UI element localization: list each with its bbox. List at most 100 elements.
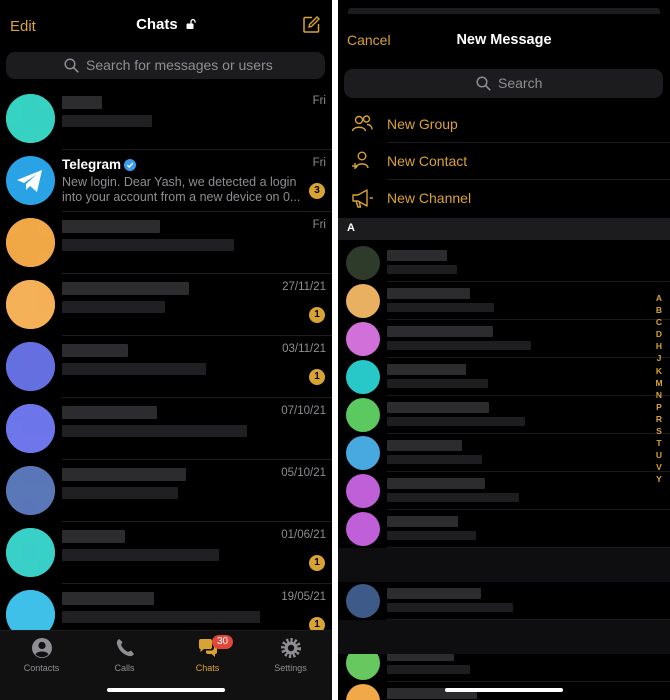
section-band (338, 620, 670, 654)
chat-row[interactable]: Fri (0, 212, 332, 274)
avatar-pixel (38, 94, 55, 111)
index-letter[interactable]: R (653, 413, 665, 425)
chat-row[interactable]: 27/11/21 1 (0, 274, 332, 336)
chat-row[interactable]: Fri (0, 88, 332, 150)
contact-row[interactable] (338, 582, 670, 620)
chat-date: Fri (312, 95, 326, 107)
add-contact-icon (352, 151, 369, 169)
avatar-pixel (22, 374, 39, 391)
new-group-button[interactable]: New Group (338, 106, 670, 143)
avatar-pixel (38, 560, 55, 577)
chats-header: Edit Chats (0, 0, 332, 48)
chat-row[interactable]: 05/10/21 (0, 460, 332, 522)
chat-date: Fri (312, 157, 326, 169)
index-letter[interactable]: V (653, 461, 665, 473)
contact-row[interactable] (338, 510, 670, 548)
avatar-pixel (6, 342, 23, 359)
contact-row[interactable] (338, 282, 670, 320)
new-contact-button[interactable]: New Contact (338, 143, 670, 180)
avatar-pixel (6, 280, 23, 297)
sheet-grabber (348, 8, 660, 14)
avatar-pixel (6, 436, 23, 453)
compose-icon[interactable] (303, 16, 320, 33)
avatar-pixel (6, 110, 23, 127)
action-label: New Contact (387, 153, 468, 169)
search-input[interactable]: Search for messages or users (6, 52, 325, 79)
unread-badge: 1 (309, 307, 325, 323)
tab-calls[interactable]: Calls (83, 637, 166, 673)
redacted-name (387, 326, 493, 337)
contact-row[interactable] (338, 396, 670, 434)
index-letter[interactable]: Y (653, 473, 665, 485)
home-indicator (445, 688, 563, 692)
tab-label: Calls (114, 663, 135, 673)
search-input[interactable]: Search (344, 69, 663, 98)
action-label: New Group (387, 116, 458, 132)
index-letter[interactable]: S (653, 425, 665, 437)
avatar-pixel (6, 296, 23, 313)
contact-row[interactable] (338, 358, 670, 396)
contact-row[interactable] (338, 434, 670, 472)
avatar-pixel (38, 420, 55, 437)
tab-settings[interactable]: Settings (249, 637, 332, 673)
avatar-pixel (38, 606, 55, 623)
avatar-pixel (22, 528, 39, 545)
chat-date: 27/11/21 (282, 281, 326, 293)
index-letter[interactable]: B (653, 304, 665, 316)
avatar-pixel (38, 234, 55, 251)
contact-row[interactable] (338, 320, 670, 358)
avatar-pixel (6, 218, 23, 235)
index-letter[interactable]: N (653, 389, 665, 401)
alphabet-index[interactable]: ABCDHJKMNPRSTUVY (653, 292, 665, 486)
group-icon (351, 115, 373, 132)
redacted-name (62, 344, 128, 357)
chat-row[interactable]: 07/10/21 (0, 398, 332, 460)
chats-title: Chats (136, 16, 178, 33)
index-letter[interactable]: J (653, 352, 665, 364)
new-message-screen: Cancel New Message Search New Group New … (338, 0, 670, 700)
unlocked-lock-icon[interactable] (186, 19, 196, 29)
avatar-pixel (6, 374, 23, 391)
avatar-pixel (22, 280, 39, 297)
chat-date: 01/06/21 (281, 529, 326, 541)
unread-badge: 3 (309, 183, 325, 199)
index-letter[interactable]: U (653, 449, 665, 461)
chat-name: Telegram (62, 157, 122, 172)
avatar (346, 322, 380, 356)
chat-date: 03/11/21 (282, 343, 326, 355)
unread-badge: 1 (309, 369, 325, 385)
redacted-name (62, 282, 189, 295)
avatar (6, 342, 55, 391)
index-letter[interactable]: T (653, 437, 665, 449)
tab-bar: Contacts Calls 30 Chats Settings (0, 630, 332, 700)
redacted-preview (62, 487, 178, 499)
chat-row[interactable]: Telegram New login. Dear Yash, we detecte… (0, 150, 332, 212)
contact-row[interactable] (338, 472, 670, 510)
redacted-name (62, 96, 102, 109)
avatar-pixel (22, 342, 39, 359)
chat-preview: New login. Dear Yash, we detected a logi… (62, 175, 301, 204)
redacted-name (387, 478, 485, 489)
index-letter[interactable]: K (653, 365, 665, 377)
chat-row[interactable]: 01/06/21 1 (0, 522, 332, 584)
index-letter[interactable]: M (653, 377, 665, 389)
avatar-pixel (38, 218, 55, 235)
chat-date: 05/10/21 (281, 467, 326, 479)
index-letter[interactable]: D (653, 328, 665, 340)
avatar-pixel (38, 466, 55, 483)
avatar-pixel (22, 358, 39, 375)
redacted-name (387, 588, 481, 599)
index-letter[interactable]: C (653, 316, 665, 328)
avatar-pixel (22, 544, 39, 561)
avatar-pixel (22, 126, 39, 143)
chat-row[interactable]: 03/11/21 1 (0, 336, 332, 398)
index-letter[interactable]: P (653, 401, 665, 413)
avatar-pixel (38, 482, 55, 499)
index-letter[interactable]: H (653, 340, 665, 352)
contact-row[interactable] (338, 244, 670, 282)
index-letter[interactable]: A (653, 292, 665, 304)
tab-contacts[interactable]: Contacts (0, 637, 83, 673)
redacted-status (387, 303, 494, 312)
new-channel-button[interactable]: New Channel (338, 180, 670, 217)
tab-chats[interactable]: 30 Chats (166, 635, 249, 673)
